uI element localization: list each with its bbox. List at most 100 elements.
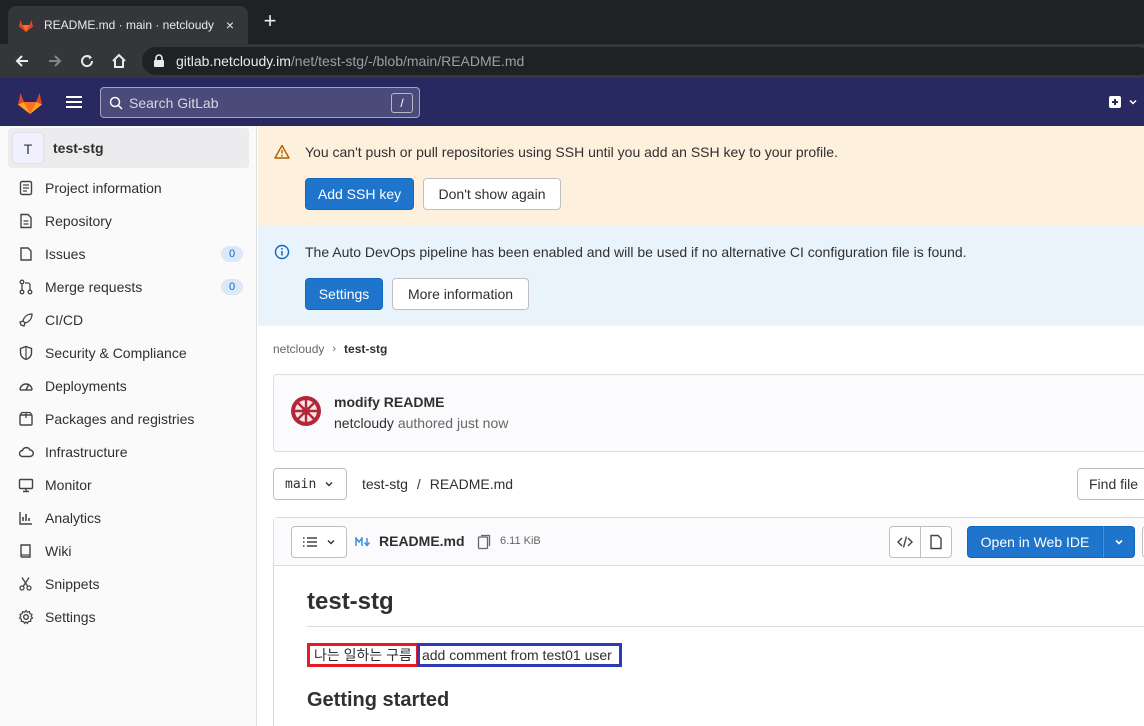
forward-icon[interactable] (43, 49, 67, 73)
sidebar-item-label: Infrastructure (45, 444, 128, 460)
sidebar-item-merge-requests[interactable]: Merge requests 0 (8, 271, 249, 303)
hamburger-menu-icon[interactable] (64, 92, 84, 112)
rocket-icon (19, 313, 33, 327)
sidebar-item-snippets[interactable]: Snippets (8, 568, 249, 600)
package-icon (19, 411, 33, 426)
browser-tab[interactable]: README.md · main · netcloudy × (8, 6, 248, 44)
path-separator: / (416, 476, 421, 492)
issues-count-badge: 0 (221, 246, 243, 262)
commit-title-link[interactable]: modify README (334, 394, 444, 410)
create-new-dropdown[interactable] (1108, 94, 1144, 110)
copy-path-icon[interactable] (477, 534, 491, 550)
readme-paragraph: 나는 일하는 구름 add comment from test01 user (307, 643, 1144, 667)
file-name: README.md (379, 533, 465, 549)
code-icon (897, 536, 914, 548)
sidebar-item-label: Issues (45, 246, 86, 262)
view-toggle-group (889, 526, 952, 558)
sidebar-item-label: Security & Compliance (45, 345, 187, 361)
auto-devops-info-alert: The Auto DevOps pipeline has been enable… (258, 226, 1144, 326)
merge-request-icon (19, 279, 33, 295)
sidebar-item-repository[interactable]: Repository (8, 205, 249, 237)
file-size: 6.11 KiB (500, 535, 541, 547)
ide-dropdown-toggle[interactable] (1103, 526, 1135, 558)
new-tab-button[interactable]: + (258, 10, 282, 34)
display-rendered-button[interactable] (920, 526, 952, 558)
shield-icon (19, 345, 33, 361)
display-source-button[interactable] (889, 526, 921, 558)
settings-button[interactable]: Settings (305, 278, 383, 310)
last-commit-box: modify README netcloudy authored just no… (273, 374, 1144, 452)
search-input[interactable]: Search GitLab / (100, 87, 420, 118)
url-path: /net/test-stg/-/blob/main/README.md (290, 53, 525, 69)
lock-icon (154, 54, 164, 67)
deployments-icon (19, 383, 33, 391)
sidebar-item-settings[interactable]: Settings (8, 601, 249, 633)
sidebar-item-ci-cd[interactable]: CI/CD (8, 304, 249, 336)
file-header: README.md 6.11 KiB Open in Web IDE (274, 518, 1144, 566)
main-content: You can't push or pull repositories usin… (258, 126, 1144, 726)
doc-icon (20, 213, 32, 229)
chevron-down-icon (1115, 539, 1123, 545)
file-tree-toggle-button[interactable] (291, 526, 347, 558)
sidebar-item-label: Snippets (45, 576, 100, 592)
path-root-link[interactable]: test-stg (362, 476, 408, 492)
browser-tab-bar: README.md · main · netcloudy × + (0, 0, 1144, 44)
sidebar-item-label: Settings (45, 609, 96, 625)
sidebar-item-issues[interactable]: Issues 0 (8, 238, 249, 270)
url-host: gitlab.netcloudy.im (176, 53, 291, 69)
sidebar-item-security-compliance[interactable]: Security & Compliance (8, 337, 249, 369)
info-icon (19, 180, 33, 196)
merge-requests-count-badge: 0 (221, 279, 243, 295)
back-icon[interactable] (10, 49, 34, 73)
open-web-ide-button[interactable]: Open in Web IDE (967, 526, 1103, 558)
readme-content: test-stg 나는 일하는 구름 add comment from test0… (307, 588, 1144, 712)
file-viewer: README.md 6.11 KiB Open in Web IDE test-… (273, 517, 1144, 726)
find-file-button[interactable]: Find file (1077, 468, 1144, 500)
sidebar-item-project-information[interactable]: Project information (8, 172, 249, 204)
readme-title: test-stg (307, 588, 1144, 627)
add-ssh-key-button[interactable]: Add SSH key (305, 178, 414, 210)
project-name: test-stg (53, 140, 104, 156)
warning-icon (274, 144, 290, 159)
sidebar-item-infrastructure[interactable]: Infrastructure (8, 436, 249, 468)
breadcrumb-group-link[interactable]: netcloudy (273, 342, 324, 356)
search-icon (109, 96, 123, 110)
sidebar-item-label: Merge requests (45, 279, 143, 295)
user-avatar[interactable] (290, 395, 322, 427)
sidebar-item-label: Repository (45, 213, 112, 229)
tab-close-icon[interactable]: × (222, 17, 238, 33)
sidebar-item-wiki[interactable]: Wiki (8, 535, 249, 567)
breadcrumb-project-link[interactable]: test-stg (344, 342, 387, 356)
sidebar-item-label: Project information (45, 180, 162, 196)
project-sidebar: T test-stg Project information Repositor… (0, 126, 257, 726)
commit-author-link[interactable]: netcloudy (334, 415, 394, 431)
tab-title: README.md · main · netcloudy (44, 18, 215, 32)
dont-show-again-button[interactable]: Don't show again (423, 178, 561, 210)
sidebar-item-packages-registries[interactable]: Packages and registries (8, 403, 249, 435)
commit-meta: netcloudy authored just now (334, 415, 508, 431)
chevron-down-icon (327, 540, 335, 545)
issues-icon (20, 247, 32, 261)
auto-devops-text: The Auto DevOps pipeline has been enable… (305, 244, 967, 260)
book-icon (20, 544, 31, 558)
search-placeholder: Search GitLab (129, 94, 219, 111)
project-avatar: T (12, 132, 44, 164)
more-information-button[interactable]: More information (392, 278, 529, 310)
gitlab-favicon-icon (19, 20, 33, 32)
document-icon (930, 534, 942, 550)
sidebar-item-monitor[interactable]: Monitor (8, 469, 249, 501)
sidebar-item-label: Analytics (45, 510, 102, 526)
sidebar-item-label: Monitor (45, 477, 92, 493)
branch-selector[interactable]: main (273, 468, 347, 500)
address-bar[interactable]: gitlab.netcloudy.im /net/test-stg/-/blob… (142, 47, 1144, 75)
korean-text-highlight: 나는 일하는 구름 (307, 643, 419, 667)
comment-text-highlight: add comment from test01 user (416, 643, 622, 667)
sidebar-item-deployments[interactable]: Deployments (8, 370, 249, 402)
sidebar-item-analytics[interactable]: Analytics (8, 502, 249, 534)
info-circle-icon (274, 244, 290, 260)
gitlab-logo-icon[interactable] (16, 88, 44, 116)
home-icon[interactable] (107, 49, 131, 73)
reload-icon[interactable] (75, 49, 99, 73)
chevron-down-icon (1129, 99, 1137, 105)
sidebar-project-header[interactable]: T test-stg (8, 128, 249, 168)
